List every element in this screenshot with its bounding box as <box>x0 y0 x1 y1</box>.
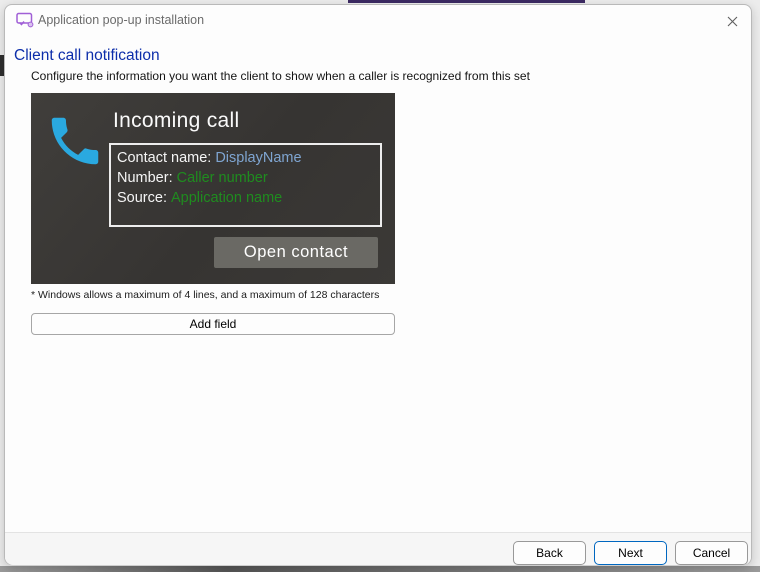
next-button[interactable]: Next <box>594 541 667 565</box>
add-field-button[interactable]: Add field <box>31 313 395 335</box>
close-button[interactable] <box>720 10 744 32</box>
taskbar-edge <box>0 566 760 572</box>
field-value: Caller number <box>177 170 268 186</box>
phone-icon <box>44 110 106 172</box>
field-label: Source: <box>117 190 167 206</box>
titlebar: Application pop-up installation <box>5 5 751 37</box>
field-label: Number: <box>117 170 173 186</box>
limits-footnote: * Windows allows a maximum of 4 lines, a… <box>31 289 379 301</box>
footer: Back Next Cancel <box>5 532 751 565</box>
dialog-window: Application pop-up installation Client c… <box>4 4 752 565</box>
close-icon <box>725 14 740 29</box>
field-row: Number:Caller number <box>117 168 374 188</box>
preview-fields-box: Contact name:DisplayName Number:Caller n… <box>109 143 382 227</box>
popup-notification-settings-icon <box>15 10 35 30</box>
notification-preview: Incoming call Contact name:DisplayName N… <box>31 93 395 284</box>
background-window-edge <box>348 0 585 3</box>
field-value: Application name <box>171 190 282 206</box>
window-title: Application pop-up installation <box>38 13 204 27</box>
field-row: Contact name:DisplayName <box>117 148 374 168</box>
page-description: Configure the information you want the c… <box>31 69 530 83</box>
back-button[interactable]: Back <box>513 541 586 565</box>
open-contact-button[interactable]: Open contact <box>214 237 378 268</box>
cancel-button[interactable]: Cancel <box>675 541 748 565</box>
page-title: Client call notification <box>14 47 160 65</box>
field-value: DisplayName <box>215 150 301 166</box>
preview-title: Incoming call <box>113 109 239 133</box>
page-background: Application pop-up installation Client c… <box>0 0 760 572</box>
field-label: Contact name: <box>117 150 211 166</box>
field-row: Source:Application name <box>117 188 374 208</box>
